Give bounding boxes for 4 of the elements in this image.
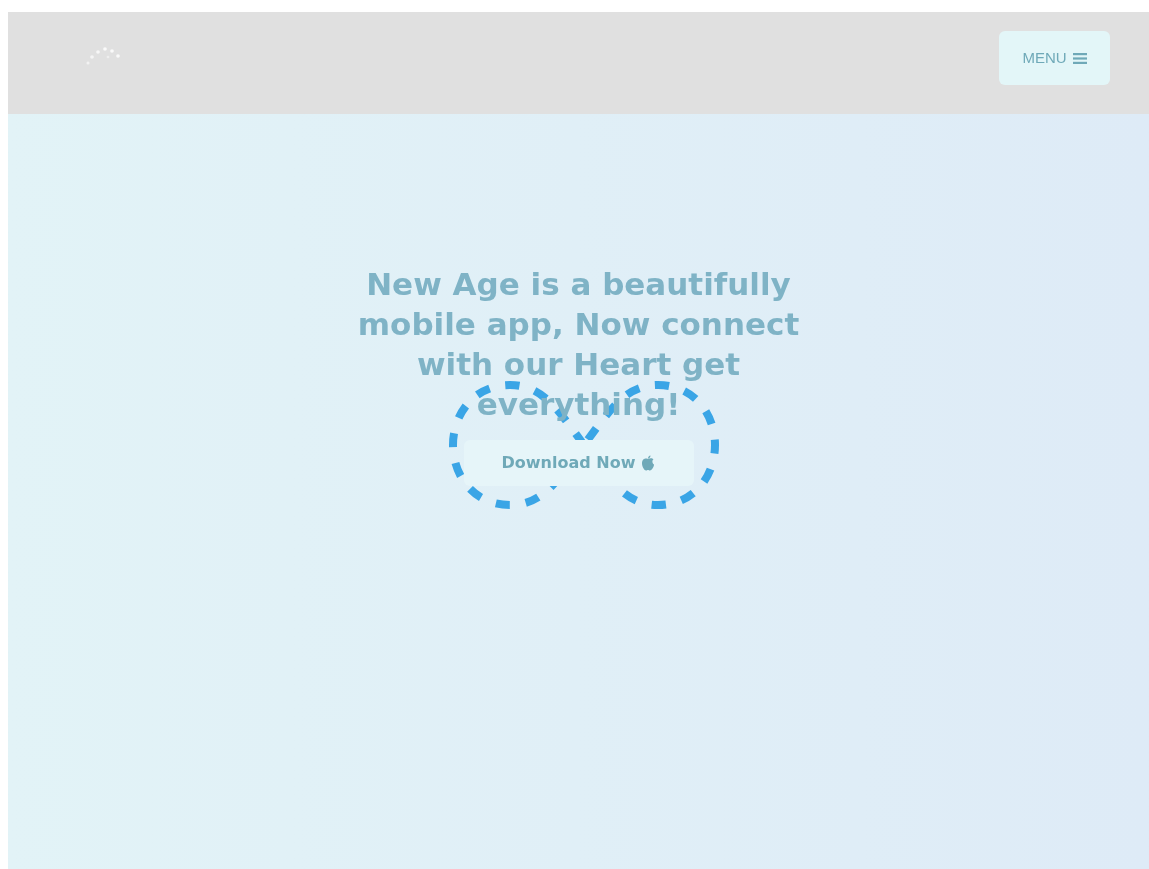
download-button[interactable]: Download Now (463, 440, 694, 486)
apple-icon (641, 455, 656, 471)
menu-icon (1072, 51, 1087, 65)
menu-button[interactable]: MENU (999, 31, 1110, 85)
